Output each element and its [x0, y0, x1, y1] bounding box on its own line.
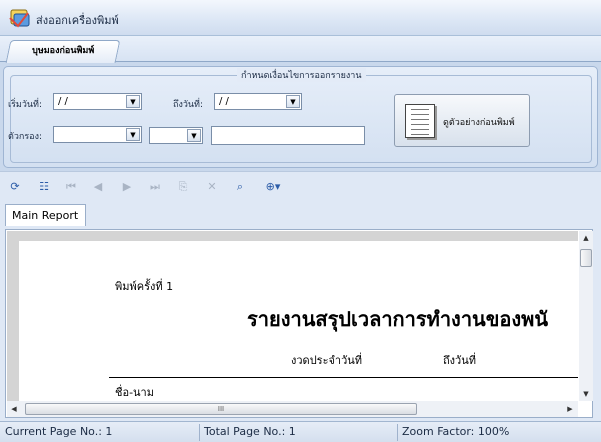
filter-combo[interactable]: ▼	[53, 126, 142, 143]
document-icon	[405, 104, 435, 138]
group-tree-icon[interactable]: ☷	[35, 179, 53, 195]
filter-label: ตัวกรอง:	[8, 132, 43, 142]
next-page-icon[interactable]: ▶	[118, 179, 136, 195]
scroll-up-icon[interactable]: ▲	[579, 231, 593, 245]
report-area: พิมพ์ครั้งที่ 1 รายงานสรุปเวลาการทำงานขอ…	[5, 229, 593, 418]
end-date-dropdown-icon[interactable]: ▼	[286, 95, 300, 108]
print-preview-button[interactable]: ดูตัวอย่างก่อนพิมพ์	[394, 94, 530, 147]
report-viewer: ⟳ ☷ ⏮ ◀ ▶ ⏭ ⎘ ✕ ⌕ ⊕▾ Main Report พิมพ์คร…	[0, 171, 601, 421]
printer-app-icon	[9, 9, 30, 28]
vertical-scrollbar[interactable]: ▲ ▼	[579, 231, 593, 401]
filter-secondary-combo[interactable]: ▼	[149, 127, 203, 144]
first-page-icon[interactable]: ⏮	[62, 179, 80, 195]
viewer-toolbar: ⟳ ☷ ⏮ ◀ ▶ ⏭ ⎘ ✕ ⌕ ⊕▾	[0, 174, 601, 200]
status-separator	[199, 424, 200, 441]
start-date-picker[interactable]: / / ▼	[53, 93, 142, 110]
report-divider	[109, 377, 578, 378]
end-date-picker[interactable]: / / ▼	[214, 93, 302, 110]
zoom-icon[interactable]: ⊕▾	[258, 179, 288, 195]
tab-preview-label: บุษมองก่อนพิมพ์	[32, 46, 95, 56]
window-title: ส่งออกเครื่องพิมพ์	[36, 14, 119, 27]
current-page-status: Current Page No.: 1	[5, 425, 113, 438]
refresh-icon[interactable]: ⟳	[6, 179, 24, 195]
report-column-header: ชื่อ-นาม	[115, 386, 154, 399]
horizontal-scroll-thumb[interactable]: III	[25, 403, 417, 415]
report-title: รายงานสรุปเวลาการทำงานของพนั	[247, 307, 549, 331]
horizontal-scrollbar[interactable]: ◀ III ▶	[7, 401, 578, 417]
end-date-label: ถึงวันที่:	[173, 100, 204, 110]
start-date-label: เริ่มวันที่:	[8, 100, 43, 110]
scroll-down-icon[interactable]: ▼	[579, 387, 593, 401]
close-view-icon[interactable]: ✕	[203, 179, 221, 195]
vertical-scroll-thumb[interactable]	[580, 249, 592, 267]
start-date-dropdown-icon[interactable]: ▼	[126, 95, 140, 108]
tab-preview[interactable]: บุษมองก่อนพิมพ์	[5, 40, 121, 63]
filter-dropdown-icon[interactable]: ▼	[126, 128, 140, 141]
zoom-factor-status: Zoom Factor: 100%	[402, 425, 510, 438]
last-page-icon[interactable]: ⏭	[146, 179, 164, 195]
scroll-right-icon[interactable]: ▶	[563, 401, 577, 417]
criteria-group-title: กำหนดเงื่อนไขการออกรายงาน	[237, 68, 366, 82]
end-date-value: / /	[219, 96, 229, 107]
filter-text-input[interactable]	[211, 126, 365, 145]
print-preview-label: ดูตัวอย่างก่อนพิมพ์	[443, 118, 515, 128]
start-date-value: / /	[58, 96, 68, 107]
scroll-left-icon[interactable]: ◀	[7, 401, 21, 417]
to-date-label: ถึงวันที่	[443, 354, 476, 367]
status-separator	[397, 424, 398, 441]
period-label: งวดประจำวันที่	[291, 354, 363, 367]
title-bar: ส่งออกเครื่องพิมพ์	[0, 0, 601, 36]
report-page: พิมพ์ครั้งที่ 1 รายงานสรุปเวลาการทำงานขอ…	[19, 241, 578, 401]
tab-strip: บุษมองก่อนพิมพ์	[0, 36, 601, 63]
status-bar: Current Page No.: 1 Total Page No.: 1 Zo…	[0, 421, 601, 442]
tab-main-report[interactable]: Main Report	[5, 204, 86, 226]
print-count-text: พิมพ์ครั้งที่ 1	[115, 280, 174, 293]
report-canvas: พิมพ์ครั้งที่ 1 รายงานสรุปเวลาการทำงานขอ…	[7, 231, 578, 401]
prev-page-icon[interactable]: ◀	[89, 179, 107, 195]
find-icon[interactable]: ⌕	[231, 179, 249, 195]
filter-secondary-dropdown-icon[interactable]: ▼	[187, 129, 201, 142]
total-page-status: Total Page No.: 1	[204, 425, 296, 438]
goto-page-icon[interactable]: ⎘	[174, 179, 192, 195]
